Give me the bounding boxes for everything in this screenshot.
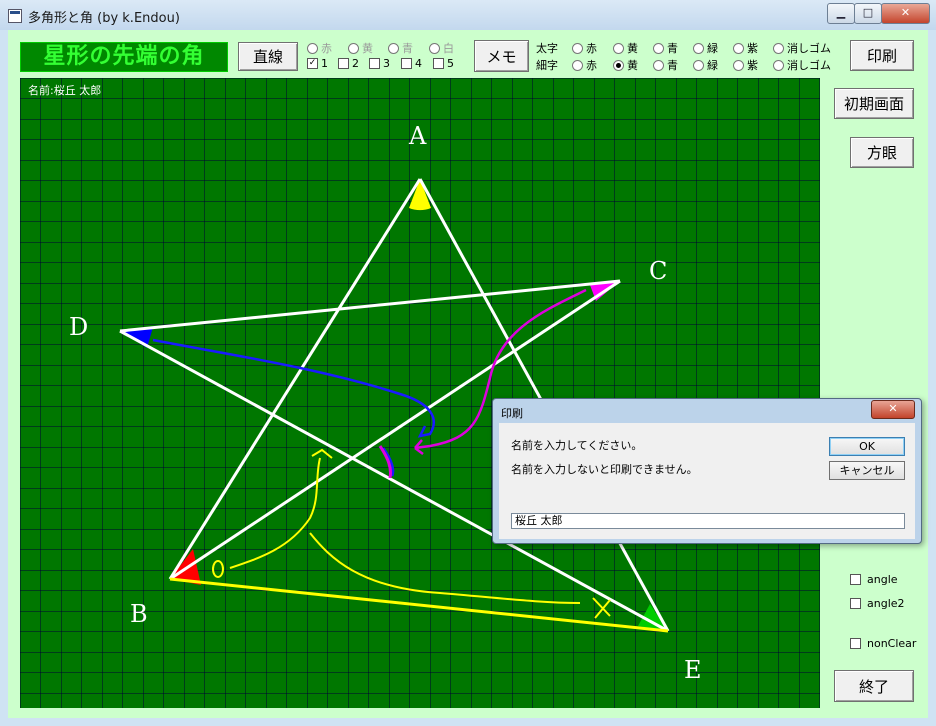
thick-green[interactable]: 緑: [693, 40, 718, 56]
checkbox-icon: [850, 574, 861, 585]
radio-icon: [693, 42, 704, 54]
window-title: 多角形と角 (by k.Endou): [28, 11, 180, 26]
memo-button[interactable]: メモ: [474, 40, 529, 72]
radio-icon: [429, 42, 440, 54]
angle-check[interactable]: angle: [850, 573, 898, 586]
radio-selected-icon: [613, 59, 624, 71]
checkbox-icon: [850, 598, 861, 609]
line-color-red[interactable]: 赤: [307, 40, 332, 56]
radio-icon: [307, 42, 318, 54]
radio-icon: [653, 59, 664, 71]
radio-icon: [388, 42, 399, 54]
print-button[interactable]: 印刷: [850, 40, 914, 71]
angle2-check[interactable]: angle2: [850, 597, 905, 610]
dialog-body: 名前を入力してください。 名前を入力しないと印刷できません。 OK キャンセル …: [499, 423, 915, 539]
cancel-button[interactable]: キャンセル: [829, 461, 905, 480]
checkbox-icon: [433, 58, 444, 69]
maximize-button[interactable]: □: [854, 3, 882, 24]
checkbox-checked-icon: ✓: [307, 58, 318, 69]
exit-button[interactable]: 終了: [834, 670, 914, 702]
reset-button[interactable]: 初期画面: [834, 88, 914, 119]
line-check-3[interactable]: 3: [369, 57, 390, 70]
thin-green[interactable]: 緑: [693, 57, 718, 73]
line-color-white[interactable]: 白: [429, 40, 454, 56]
checkbox-icon: [401, 58, 412, 69]
grid-button[interactable]: 方眼: [850, 137, 914, 168]
title-banner: 星形の先端の角: [20, 42, 228, 72]
thin-label: 細字: [536, 59, 558, 72]
thick-label: 太字: [536, 42, 558, 55]
thin-blue[interactable]: 青: [653, 57, 678, 73]
dialog-title: 印刷: [501, 407, 523, 420]
line-color-blue[interactable]: 青: [388, 40, 413, 56]
radio-icon: [773, 59, 784, 71]
checkbox-icon: [338, 58, 349, 69]
line-check-2[interactable]: 2: [338, 57, 359, 70]
thin-red[interactable]: 赤: [572, 57, 597, 73]
radio-icon: [773, 42, 784, 54]
point-label-C: C: [649, 257, 668, 285]
ok-button[interactable]: OK: [829, 437, 905, 456]
title-bar[interactable]: 多角形と角 (by k.Endou) ▁ □ ✕: [0, 0, 936, 30]
radio-icon: [733, 59, 744, 71]
point-label-E: E: [684, 656, 702, 684]
app-icon: [8, 9, 22, 23]
line-check-4[interactable]: 4: [401, 57, 422, 70]
close-button[interactable]: ✕: [881, 3, 930, 24]
radio-icon: [348, 42, 359, 54]
app-window: 多角形と角 (by k.Endou) ▁ □ ✕ 星形の先端の角 直線 赤 黄 …: [0, 0, 936, 726]
line-button[interactable]: 直線: [238, 42, 298, 71]
point-label-A: A: [409, 122, 427, 150]
line-check-5[interactable]: 5: [433, 57, 454, 70]
thick-blue[interactable]: 青: [653, 40, 678, 56]
thin-yellow[interactable]: 黄: [613, 57, 638, 73]
radio-icon: [733, 42, 744, 54]
name-label: 名前:桜丘 太郎: [28, 84, 102, 97]
line-check-1[interactable]: ✓ 1: [307, 57, 328, 70]
radio-icon: [653, 42, 664, 54]
client-area: 星形の先端の角 直線 赤 黄 青 白 ✓ 1 2 3 4 5 メモ 太字 細字 赤…: [8, 30, 928, 718]
point-label-B: B: [130, 600, 148, 628]
checkbox-icon: [369, 58, 380, 69]
radio-icon: [693, 59, 704, 71]
checkbox-icon: [850, 638, 861, 649]
radio-icon: [613, 42, 624, 54]
point-label-D: D: [69, 313, 89, 341]
radio-icon: [572, 42, 583, 54]
dialog-message-1: 名前を入力してください。: [511, 439, 643, 452]
thin-eraser[interactable]: 消しゴム: [773, 57, 831, 73]
thin-purple[interactable]: 紫: [733, 57, 758, 73]
name-input[interactable]: 桜丘 太郎: [511, 513, 905, 529]
thick-red[interactable]: 赤: [572, 40, 597, 56]
radio-icon: [572, 59, 583, 71]
thick-eraser[interactable]: 消しゴム: [773, 40, 831, 56]
line-color-yellow[interactable]: 黄: [348, 40, 373, 56]
print-dialog: 印刷 ✕ 名前を入力してください。 名前を入力しないと印刷できません。 OK キ…: [492, 398, 922, 544]
nonclear-check[interactable]: nonClear: [850, 637, 916, 650]
thick-purple[interactable]: 紫: [733, 40, 758, 56]
thick-yellow[interactable]: 黄: [613, 40, 638, 56]
dialog-message-2: 名前を入力しないと印刷できません。: [511, 463, 698, 476]
dialog-close-button[interactable]: ✕: [871, 400, 915, 419]
minimize-button[interactable]: ▁: [827, 3, 855, 24]
